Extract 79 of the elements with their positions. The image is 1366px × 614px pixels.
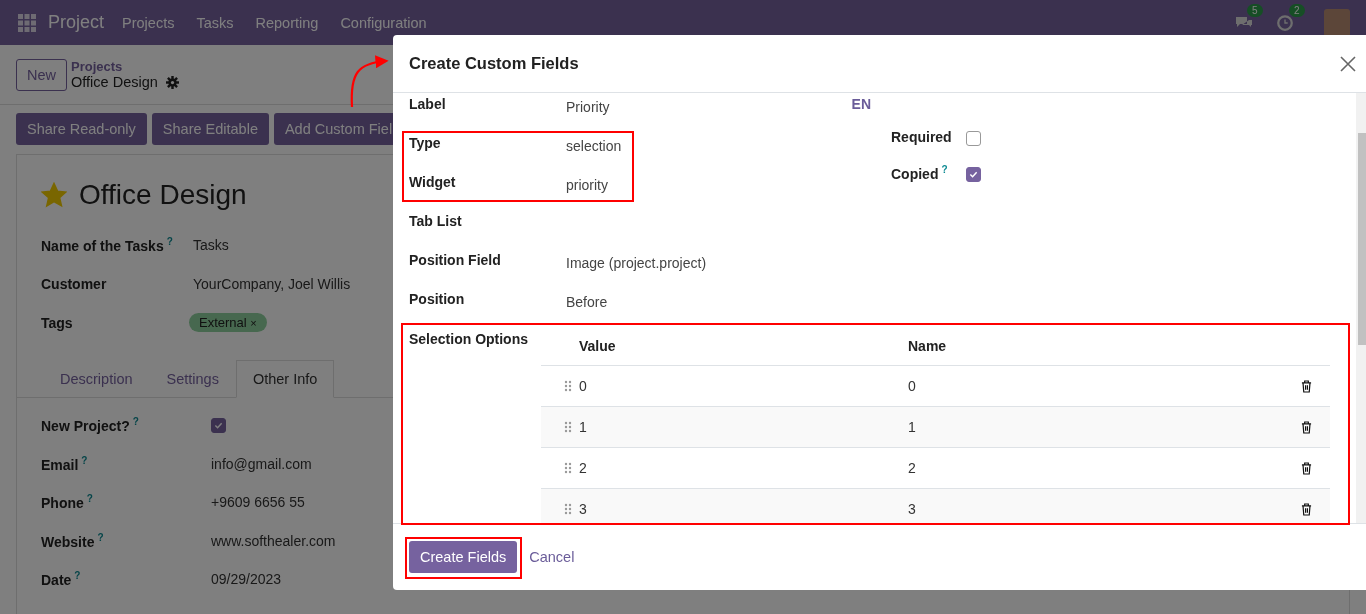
field-label: Tags	[41, 314, 74, 331]
field-label: Position	[409, 290, 466, 307]
trash-icon[interactable]	[1301, 502, 1312, 516]
field-value: www.softhealer.com	[211, 532, 336, 549]
gear-icon[interactable]	[165, 75, 179, 89]
field-label: Label	[409, 95, 447, 112]
checkbox[interactable]	[966, 166, 981, 182]
column-header: Value	[578, 338, 617, 354]
tab[interactable]: Other Info	[235, 360, 335, 398]
field-label: Email $^{?}$	[41, 454, 89, 473]
trash-icon[interactable]	[1301, 379, 1312, 393]
notification-badge: 5	[1247, 3, 1263, 17]
field-value: 09/29/2023	[211, 571, 282, 588]
drag-handle-icon[interactable]	[564, 462, 572, 474]
record-title: Office Design	[79, 179, 247, 211]
field-value: Priority	[566, 98, 611, 115]
check-icon	[969, 169, 978, 179]
field-label: Name of the Tasks $^{?}$	[41, 235, 174, 254]
field-value: YourCompany, Joel Willis	[193, 275, 351, 292]
field-label: Type	[409, 134, 442, 151]
clock-icon[interactable]	[1276, 13, 1294, 32]
breadcrumb-link[interactable]: Projects	[71, 59, 179, 74]
table-cell-text: 2	[908, 460, 917, 476]
field-value: info@gmail.com	[211, 455, 312, 472]
field-value: selection	[566, 137, 623, 154]
new-button[interactable]: New	[16, 58, 67, 91]
field-value: Image (project.project)	[566, 254, 708, 271]
table-cell-text: 0	[908, 378, 917, 394]
tab[interactable]: Settings	[149, 360, 236, 398]
checkbox[interactable]	[211, 417, 226, 433]
cancel-button[interactable]: Cancel	[523, 541, 581, 573]
star-icon[interactable]	[41, 182, 67, 208]
create-fields-button[interactable]: Create Fields	[409, 541, 518, 573]
menu-item[interactable]: Configuration	[340, 14, 427, 31]
table-cell-text: 1	[908, 419, 917, 435]
field-value: +9609 6656 55	[211, 494, 305, 511]
language-link[interactable]: EN	[851, 95, 871, 112]
scrollbar[interactable]	[1356, 93, 1366, 523]
app-name[interactable]: Project	[48, 12, 105, 33]
table-cell-text: 1	[579, 419, 588, 435]
field-label: Selection Options	[409, 330, 529, 349]
drag-handle-icon[interactable]	[564, 421, 572, 433]
trash-icon[interactable]	[1301, 420, 1312, 434]
table-cell-text: 0	[579, 378, 588, 394]
field-label: Widget	[409, 173, 457, 190]
menu-item[interactable]: Projects	[122, 14, 175, 31]
tag-chip[interactable]: External ×	[189, 313, 267, 332]
menu-item[interactable]: Reporting	[255, 14, 319, 31]
table-cell-text: 2	[579, 460, 588, 476]
drag-handle-icon[interactable]	[564, 503, 572, 515]
dialog-title: Create Custom Fields	[409, 54, 579, 73]
field-label: Required	[891, 129, 953, 145]
menu-item[interactable]: Tasks	[196, 14, 234, 31]
record-name: Office Design	[71, 74, 158, 90]
close-icon[interactable]	[1340, 55, 1356, 72]
action-button[interactable]: Share Read-only	[16, 113, 147, 145]
check-icon	[214, 420, 223, 430]
field-value: Tasks	[193, 236, 229, 253]
field-label: Website $^{?}$	[41, 531, 105, 550]
tab[interactable]: Description	[43, 360, 150, 398]
checkbox[interactable]	[966, 130, 981, 146]
action-button[interactable]: Share Editable	[151, 113, 269, 145]
field-label: Tab List	[409, 212, 463, 229]
field-label: New Project? $^{?}$	[41, 416, 140, 435]
column-header: Name	[908, 338, 948, 354]
table-cell-text: 3	[579, 501, 588, 517]
field-label: Customer	[41, 275, 108, 292]
field-label: Position Field	[409, 251, 502, 268]
field-value: Before	[566, 293, 609, 310]
trash-icon[interactable]	[1301, 461, 1312, 475]
notification-badge: 2	[1289, 3, 1305, 17]
field-label: Copied $^{?}$	[891, 164, 949, 182]
field-value: priority	[566, 176, 609, 193]
field-label: Date $^{?}$	[41, 570, 82, 589]
table-cell-text: 3	[908, 501, 917, 517]
drag-handle-icon[interactable]	[564, 380, 572, 392]
apps-grid-icon[interactable]	[18, 13, 36, 32]
field-label: Phone $^{?}$	[41, 493, 94, 512]
avatar[interactable]	[1324, 8, 1350, 37]
